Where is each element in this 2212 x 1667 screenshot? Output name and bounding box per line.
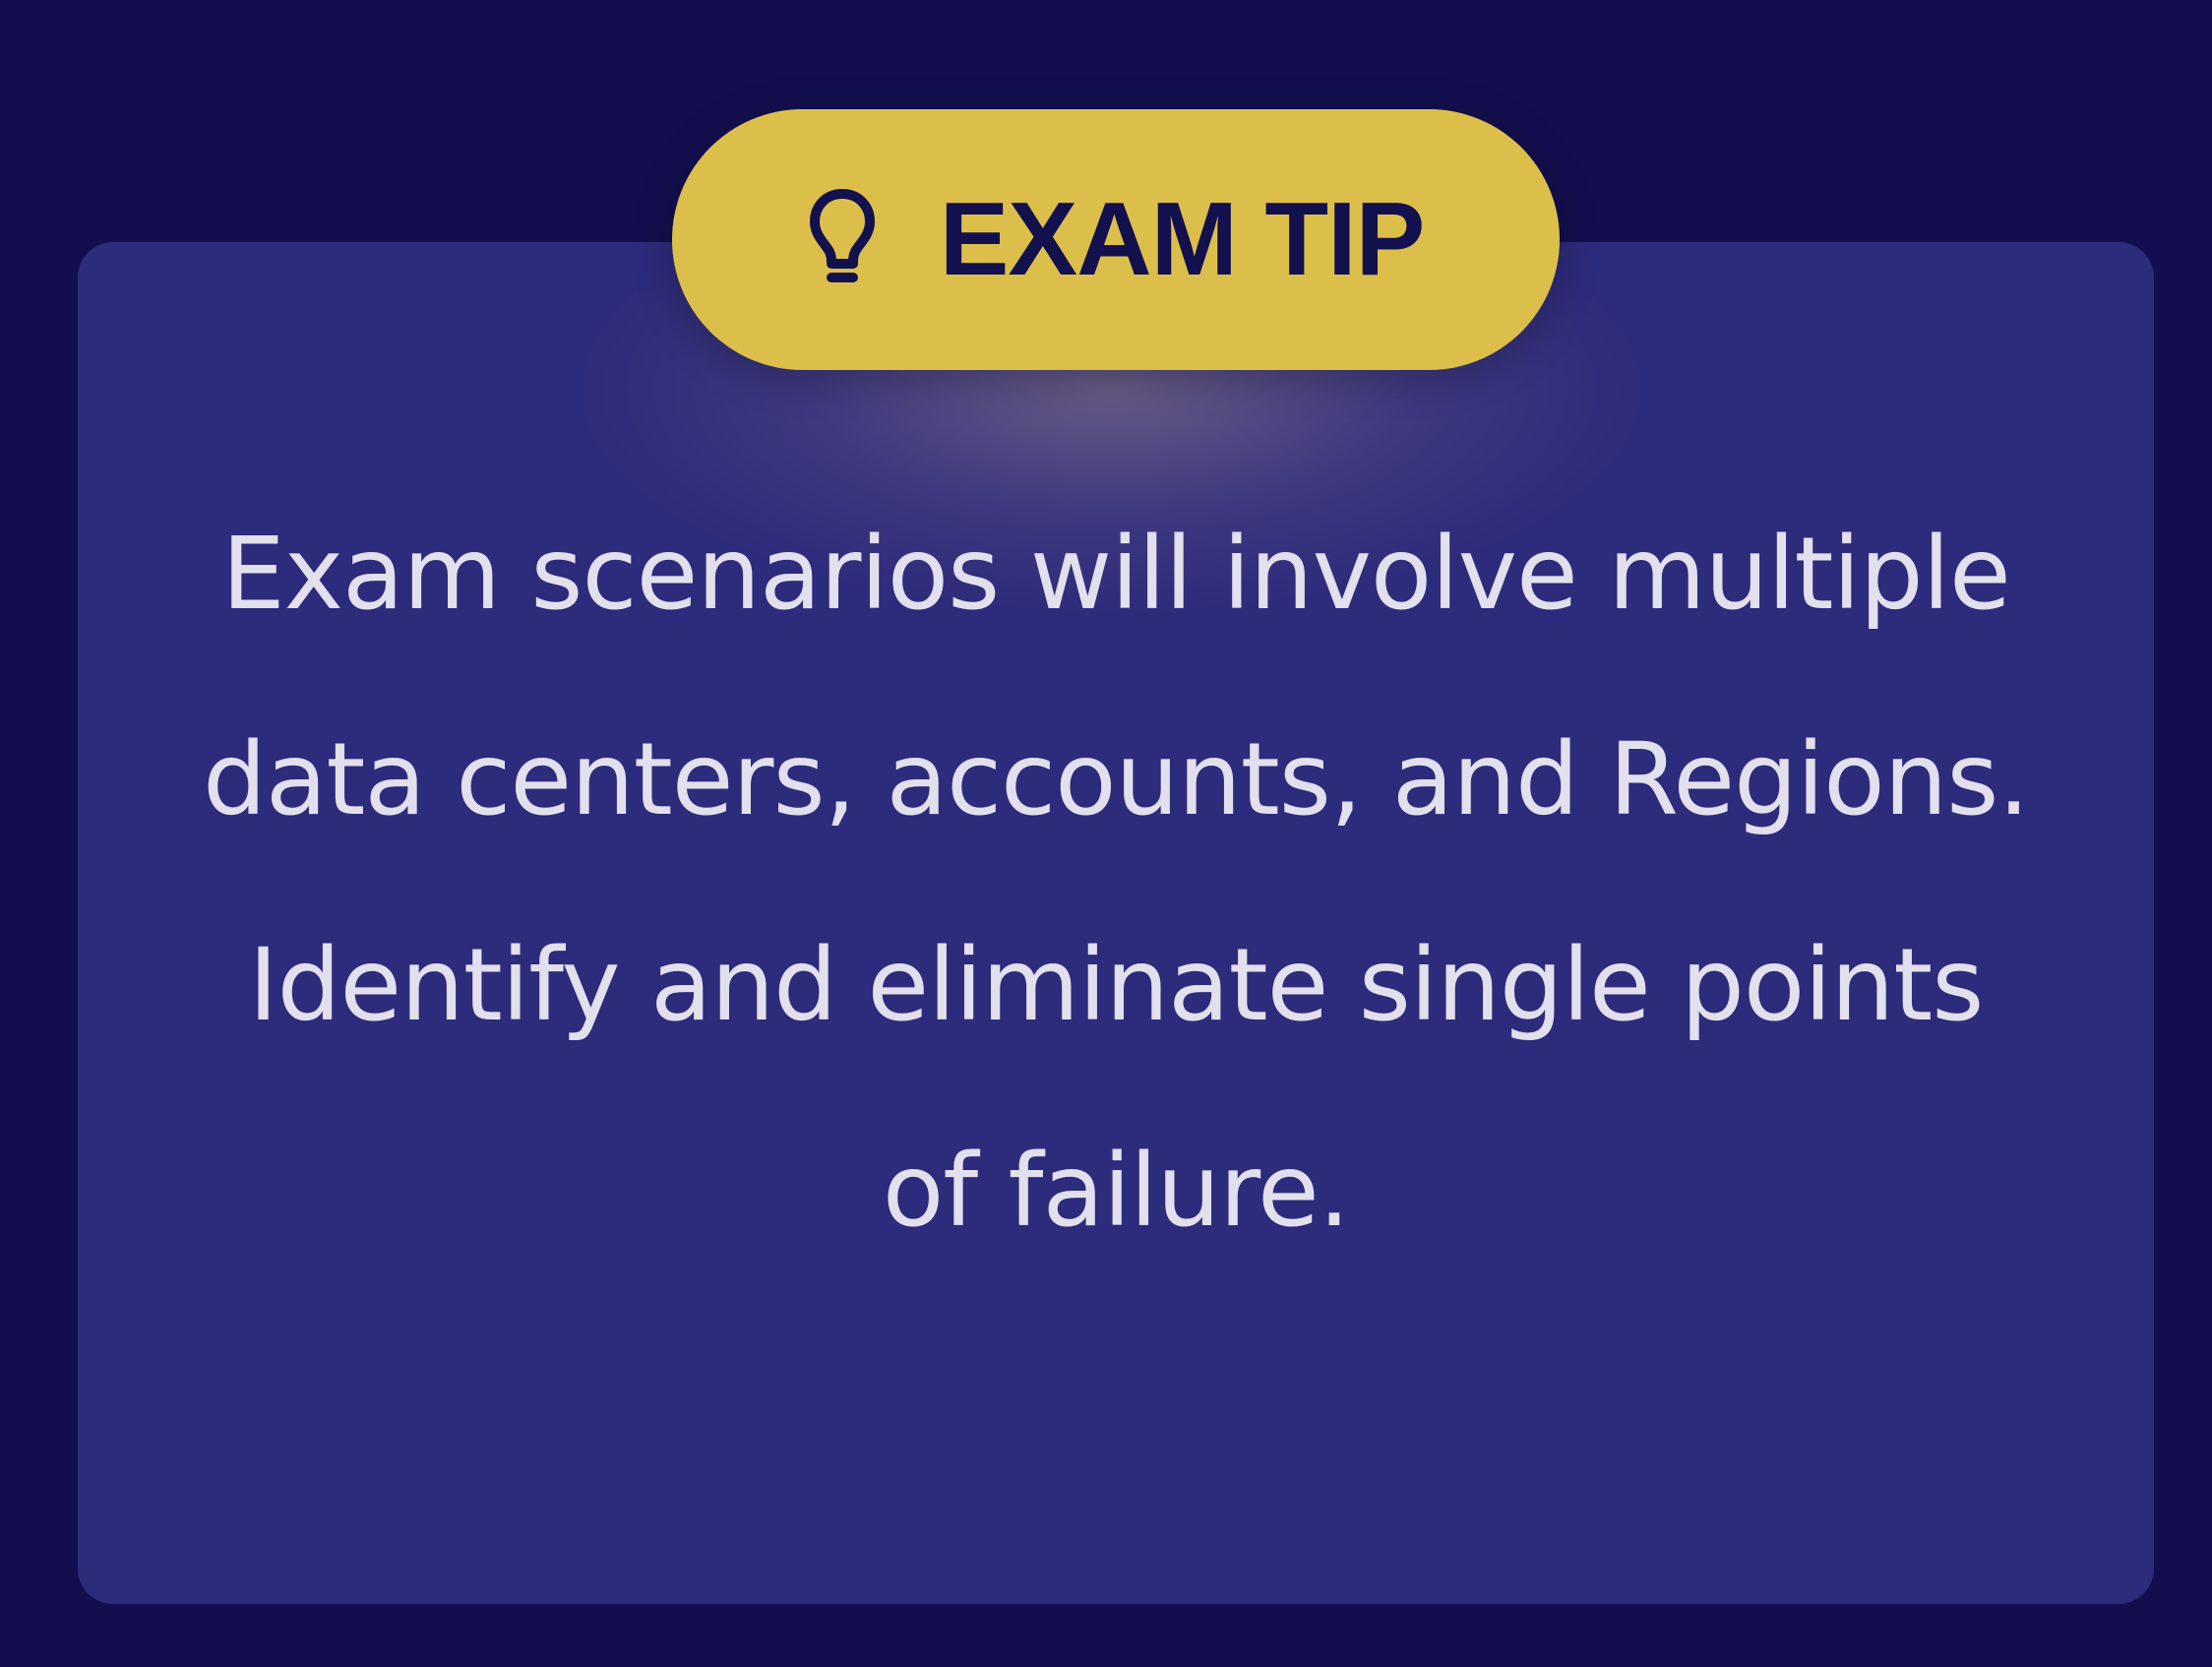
tip-body-text: Exam scenarios will involve multiple dat… xyxy=(203,516,2030,1250)
badge-label: EXAM TIP xyxy=(939,181,1426,297)
lightbulb-icon xyxy=(808,187,877,293)
exam-tip-badge: EXAM TIP xyxy=(672,109,1560,370)
exam-tip-card: Exam scenarios will involve multiple dat… xyxy=(78,242,2154,1604)
